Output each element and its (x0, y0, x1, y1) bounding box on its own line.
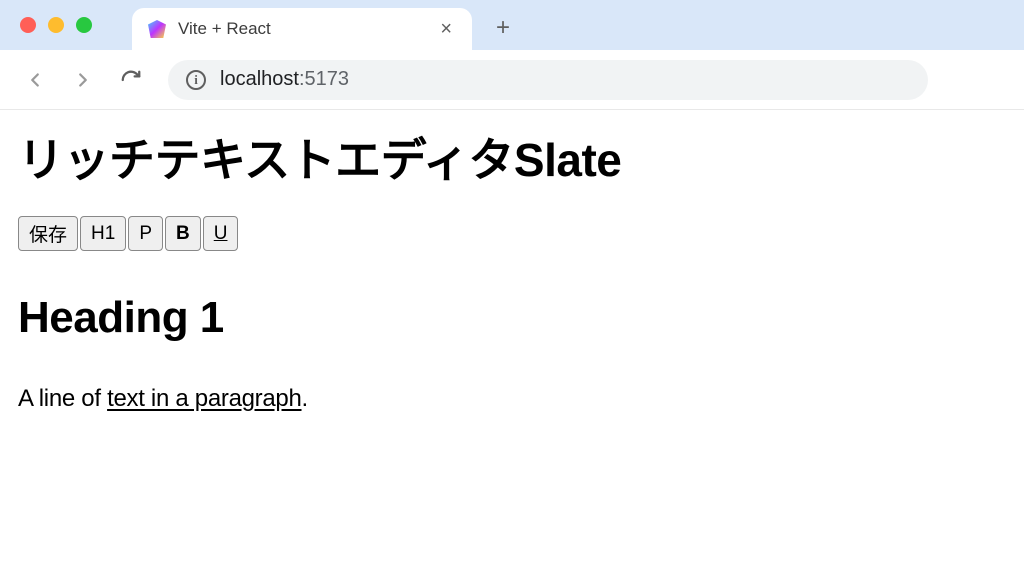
url-text: localhost:5173 (220, 68, 349, 91)
editor-heading[interactable]: Heading 1 (18, 293, 1006, 343)
editor-area[interactable]: Heading 1 A line of text in a paragraph. (18, 293, 1006, 413)
paragraph-text-after: . (302, 385, 308, 412)
browser-tab[interactable]: Vite + React × (132, 8, 472, 50)
minimize-window-button[interactable] (48, 17, 64, 33)
forward-button[interactable] (72, 69, 94, 91)
paragraph-button[interactable]: P (128, 216, 163, 251)
window-controls (20, 17, 92, 33)
site-info-icon[interactable]: i (186, 70, 206, 90)
page-content: リッチテキストエディタSlate 保存 H1 P B U Heading 1 A… (0, 110, 1024, 427)
url-host: localhost (220, 68, 299, 90)
address-bar[interactable]: i localhost:5173 (168, 60, 928, 100)
close-window-button[interactable] (20, 17, 36, 33)
maximize-window-button[interactable] (76, 17, 92, 33)
save-button[interactable]: 保存 (18, 216, 78, 251)
h1-button[interactable]: H1 (80, 216, 126, 251)
bold-button[interactable]: B (165, 216, 201, 251)
editor-paragraph[interactable]: A line of text in a paragraph. (18, 385, 1006, 413)
vite-favicon-icon (148, 20, 166, 38)
browser-toolbar: i localhost:5173 (0, 50, 1024, 110)
new-tab-button[interactable]: + (496, 14, 510, 42)
paragraph-text-underlined: text in a paragraph (107, 385, 301, 412)
tab-title: Vite + React (178, 19, 424, 39)
reload-button[interactable] (120, 69, 142, 91)
underline-button[interactable]: U (203, 216, 239, 251)
close-tab-icon[interactable]: × (436, 18, 456, 41)
url-port: :5173 (299, 68, 349, 90)
page-title: リッチテキストエディタSlate (18, 124, 1006, 190)
browser-tab-strip: Vite + React × + (0, 0, 1024, 50)
editor-toolbar: 保存 H1 P B U (18, 216, 1006, 251)
paragraph-text-before: A line of (18, 385, 107, 412)
back-button[interactable] (24, 69, 46, 91)
